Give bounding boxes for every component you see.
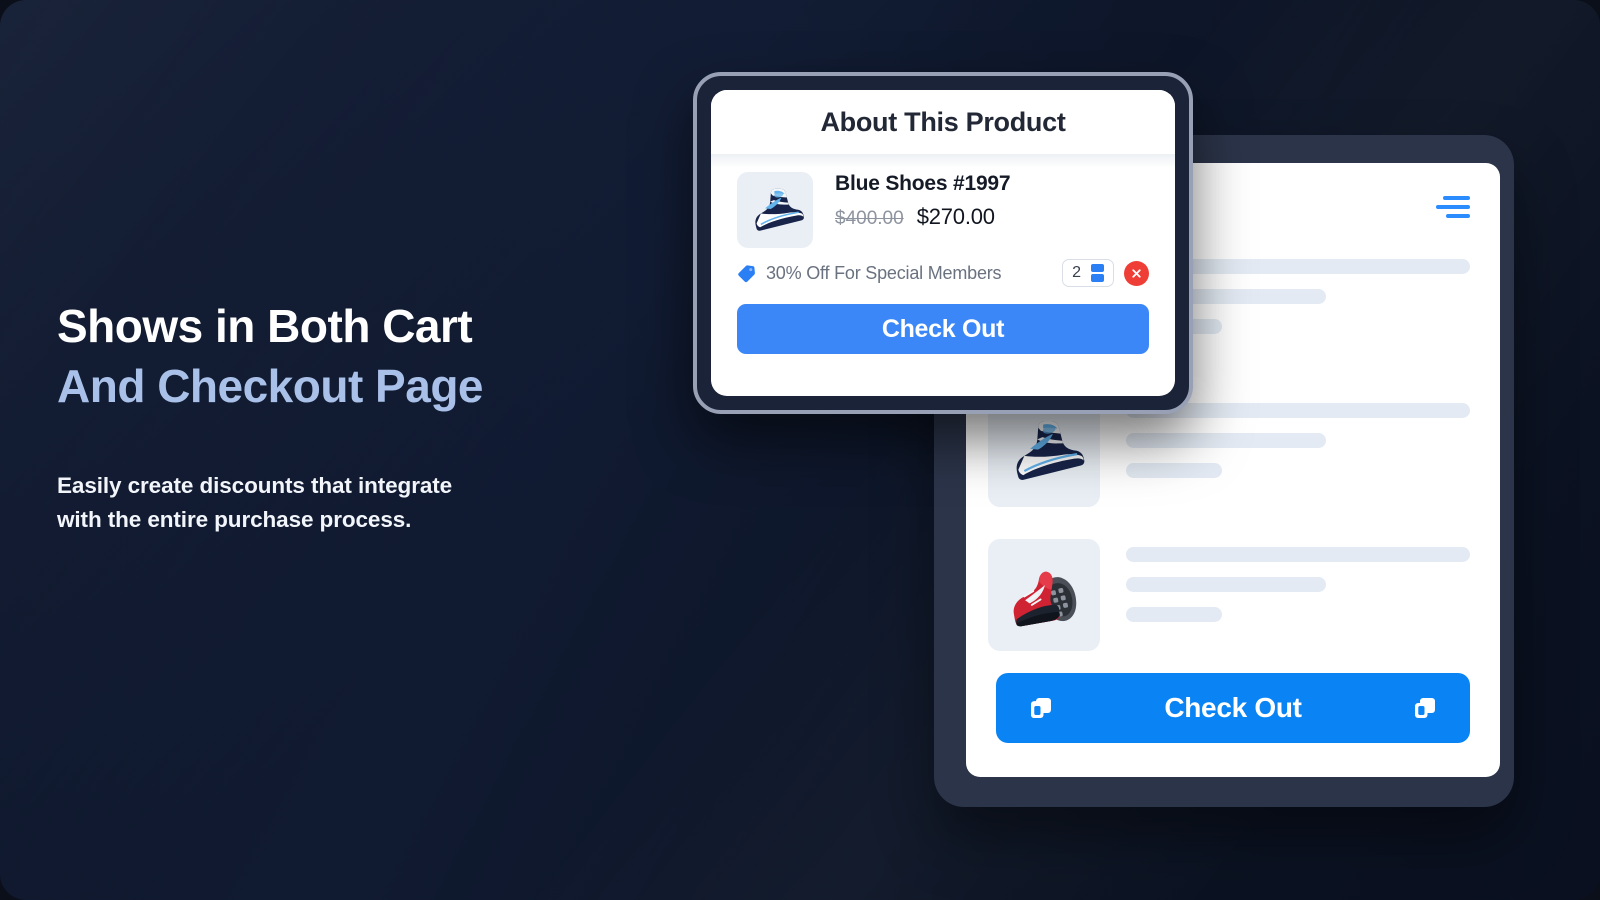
product-thumbnail: [988, 539, 1100, 651]
headline-line-2: And Checkout Page: [57, 360, 484, 413]
skeleton-line: [1126, 433, 1326, 448]
subheadline-line-1: Easily create discounts that integrate: [57, 472, 453, 498]
promo-banner: Shows in Both Cart And Checkout Page Eas…: [0, 0, 1600, 900]
chevron-down-icon[interactable]: [1091, 274, 1104, 282]
chevron-up-icon[interactable]: [1091, 264, 1104, 272]
headline-line-1: Shows in Both Cart: [57, 300, 473, 352]
hamburger-line-1: [1443, 196, 1470, 200]
subheadline: Easily create discounts that integrate w…: [57, 469, 677, 537]
hamburger-menu-icon[interactable]: [1436, 196, 1470, 218]
hamburger-line-3: [1446, 214, 1470, 218]
product-thumbnail: [737, 172, 813, 248]
discounted-price: $270.00: [916, 204, 995, 229]
product-card-device-frame: About This Product Blue Shoes #1997 $400…: [693, 72, 1193, 414]
product-name: Blue Shoes #1997: [835, 172, 1011, 195]
red-sneakers-image: [1013, 571, 1077, 627]
remove-item-button[interactable]: [1124, 260, 1149, 286]
duplicate-icon: [1415, 698, 1435, 718]
stepper-arrows[interactable]: [1091, 264, 1104, 282]
close-icon: [1132, 268, 1141, 278]
product-card-body: Blue Shoes #1997 $400.00 $270.00 30% Off…: [711, 168, 1175, 287]
product-checkout-label: Check Out: [881, 314, 1005, 343]
cart-checkout-label: Check Out: [1164, 692, 1302, 723]
product-checkout-button[interactable]: Check Out: [737, 304, 1149, 354]
skeleton-line: [1126, 547, 1470, 562]
hamburger-line-2: [1436, 205, 1470, 209]
about-this-product-card: About This Product Blue Shoes #1997 $400…: [711, 90, 1175, 396]
skeleton-line: [1126, 463, 1223, 478]
blue-sneaker-image: [1016, 421, 1085, 480]
page-title: Shows in Both Cart And Checkout Page: [57, 296, 677, 417]
price-tag-icon: [738, 264, 755, 282]
quantity-stepper[interactable]: 2: [1062, 259, 1114, 287]
promo-label: 30% Off For Special Members: [766, 262, 1002, 283]
blue-sneaker-image: [755, 188, 804, 231]
marketing-copy: Shows in Both Cart And Checkout Page Eas…: [57, 296, 677, 537]
product-details: Blue Shoes #1997 $400.00 $270.00: [835, 172, 1011, 230]
header-divider: [711, 154, 1175, 168]
product-card-header: About This Product: [711, 90, 1175, 154]
skeleton-line: [1126, 607, 1223, 622]
subheadline-line-2: with the entire purchase process.: [57, 506, 412, 532]
cart-list-item[interactable]: [988, 539, 1470, 651]
cart-checkout-button[interactable]: Check Out: [996, 673, 1470, 743]
original-price: $400.00: [835, 208, 904, 229]
duplicate-icon: [1031, 698, 1051, 718]
quantity-value: 2: [1072, 264, 1081, 281]
skeleton-line: [1126, 577, 1326, 592]
product-summary-row: Blue Shoes #1997 $400.00 $270.00: [737, 172, 1149, 248]
promo-row: 30% Off For Special Members 2: [737, 259, 1149, 287]
product-pricing: $400.00 $270.00: [835, 204, 1010, 230]
placeholder-text-block: [1126, 539, 1470, 637]
